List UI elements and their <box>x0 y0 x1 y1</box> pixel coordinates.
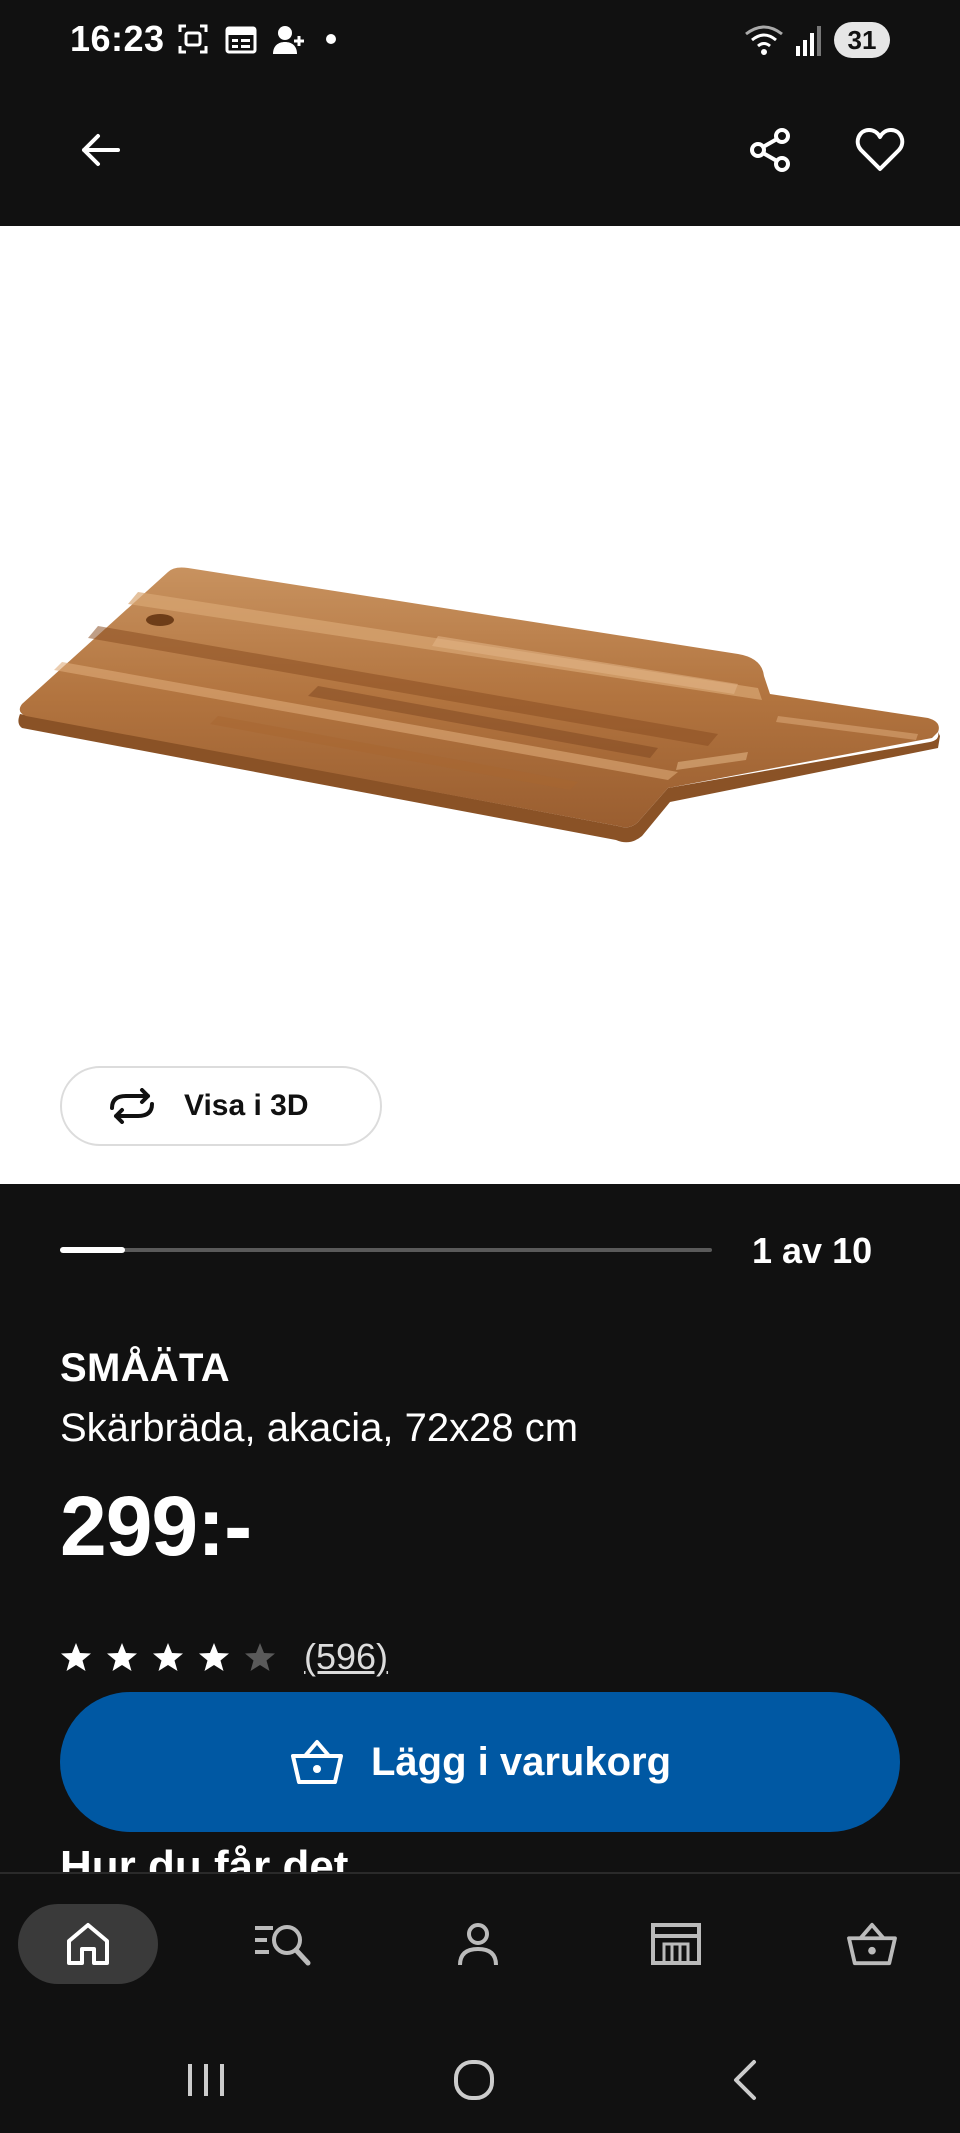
delivery-section-heading: Hur du får det <box>60 1842 349 1872</box>
heart-icon <box>855 128 905 171</box>
calendar-icon <box>225 26 257 54</box>
screenshot-icon <box>178 24 208 54</box>
back-arrow-icon <box>82 134 120 166</box>
home-icon <box>67 1923 109 1965</box>
view-3d-button[interactable]: Visa i 3D <box>60 1066 382 1146</box>
home-circle-icon <box>454 2060 494 2100</box>
star-filled-icon <box>107 1643 137 1671</box>
review-count-link[interactable]: (596) <box>304 1636 388 1678</box>
add-to-cart-label: Lägg i varukorg <box>370 1739 672 1784</box>
basket-icon <box>847 1922 897 1966</box>
recents-button[interactable] <box>176 2050 236 2110</box>
star-empty-icon <box>245 1643 275 1671</box>
gallery-progress-bar <box>60 1247 712 1253</box>
status-notification-icons <box>176 22 336 56</box>
view-3d-label: Visa i 3D <box>184 1089 309 1122</box>
nav-search[interactable] <box>242 1904 322 1984</box>
favorite-button[interactable] <box>848 118 912 182</box>
store-icon <box>651 1923 701 1965</box>
system-back-button[interactable] <box>714 2050 774 2110</box>
profile-icon <box>458 1923 498 1966</box>
nav-basket[interactable] <box>832 1904 912 1984</box>
star-filled-icon <box>153 1643 183 1671</box>
nav-home[interactable] <box>18 1904 158 1984</box>
wifi-icon <box>745 25 783 55</box>
product-description: Skärbräda, akacia, 72x28 cm <box>60 1406 579 1450</box>
app-header <box>0 84 960 226</box>
back-button[interactable] <box>68 118 132 182</box>
product-image-gallery[interactable]: Visa i 3D <box>0 226 960 1184</box>
rotate-3d-icon <box>110 1088 154 1124</box>
chevron-left-icon <box>734 2060 756 2100</box>
status-system-icons: 31 <box>744 22 890 58</box>
add-contact-icon <box>273 26 304 54</box>
home-button[interactable] <box>444 2050 504 2110</box>
nav-store[interactable] <box>636 1904 716 1984</box>
status-bar: 16:23 31 <box>0 0 960 84</box>
product-page: 16:23 31 Visa i 3D 1 av 10 SMÅÄTA Skärbr… <box>0 0 960 2133</box>
star-filled-icon <box>199 1643 229 1671</box>
bottom-navigation <box>0 1872 960 2016</box>
product-price: 299:- <box>60 1479 252 1573</box>
image-counter: 1 av 10 <box>752 1230 873 1271</box>
notification-dot <box>326 34 336 44</box>
status-time: 16:23 <box>70 18 165 59</box>
signal-icon <box>796 26 821 56</box>
product-rating[interactable]: (596) <box>60 1636 388 1678</box>
basket-icon <box>290 1740 343 1784</box>
add-to-cart-button[interactable]: Lägg i varukorg <box>60 1692 900 1832</box>
share-icon <box>750 128 790 172</box>
product-image <box>18 567 940 843</box>
search-icon <box>255 1925 311 1966</box>
gallery-progress-fill <box>60 1247 126 1253</box>
star-filled-icon <box>61 1643 91 1671</box>
share-button[interactable] <box>738 118 802 182</box>
battery-indicator: 31 <box>834 22 890 58</box>
nav-profile[interactable] <box>438 1904 518 1984</box>
system-navigation-bar <box>0 2016 960 2133</box>
recents-icon <box>188 2064 224 2096</box>
product-name: SMÅÄTA <box>60 1346 230 1390</box>
